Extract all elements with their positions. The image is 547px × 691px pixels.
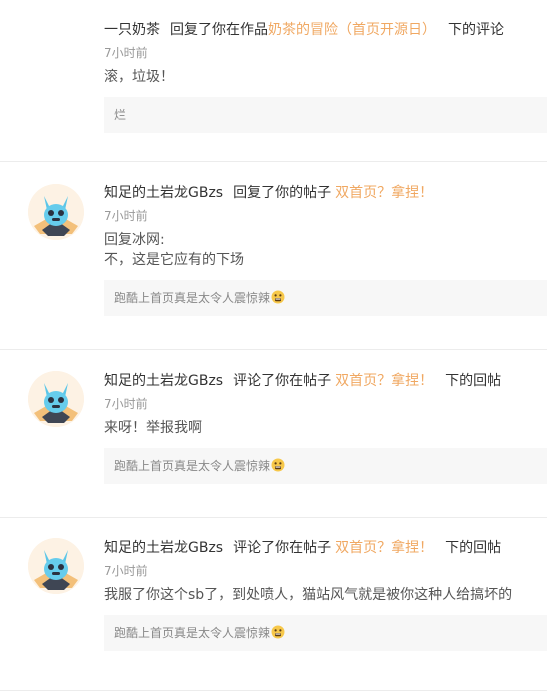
quoted-text: 跑酷上首页真是太令人震惊辣 bbox=[114, 626, 271, 640]
quoted-comment[interactable]: 跑酷上首页真是太令人震惊辣 bbox=[104, 280, 547, 316]
timestamp: 7小时前 bbox=[104, 46, 148, 60]
suffix-text: 下的回帖 bbox=[445, 373, 502, 389]
quoted-text: 跑酷上首页真是太令人震惊辣 bbox=[114, 459, 271, 473]
action-text: 回复了你在作品 bbox=[170, 22, 268, 38]
notification-item: 知足的土岩龙GBzs 回复了你的帖子 双首页？拿捏！ 7小时前 回复冰网: 不，这是… bbox=[0, 162, 547, 350]
notification-content: 一只奶茶 回复了你在作品奶茶的冒险（首页开源日） 下的评论 7小时前 滚，垃圾！ 烂 bbox=[104, 20, 547, 133]
suffix-text: 下的回帖 bbox=[445, 540, 502, 556]
target-link[interactable]: 双首页？拿捏！ bbox=[335, 185, 433, 201]
shocked-face-emoji-icon bbox=[271, 282, 285, 318]
notification-header: 知足的土岩龙GBzs 评论了你在帖子 双首页？拿捏！ 下的回帖 bbox=[104, 371, 547, 391]
notification-feed: 一只奶茶 回复了你在作品奶茶的冒险（首页开源日） 下的评论 7小时前 滚，垃圾！ 烂 bbox=[0, 0, 547, 691]
quoted-text: 烂 bbox=[114, 108, 127, 122]
quoted-text: 跑酷上首页真是太令人震惊辣 bbox=[114, 291, 271, 305]
comment-text: 滚，垃圾！ bbox=[104, 67, 547, 87]
notification-header: 一只奶茶 回复了你在作品奶茶的冒险（首页开源日） 下的评论 bbox=[104, 20, 547, 40]
notification-header: 知足的土岩龙GBzs 回复了你的帖子 双首页？拿捏！ bbox=[104, 183, 547, 203]
username-link[interactable]: 知足的土岩龙GBzs bbox=[104, 540, 223, 556]
timestamp: 7小时前 bbox=[104, 564, 148, 578]
quoted-comment[interactable]: 跑酷上首页真是太令人震惊辣 bbox=[104, 448, 547, 484]
notification-header: 知足的土岩龙GBzs 评论了你在帖子 双首页？拿捏！ 下的回帖 bbox=[104, 538, 547, 558]
notification-content: 知足的土岩龙GBzs 评论了你在帖子 双首页？拿捏！ 下的回帖 7小时前 来呀！举报我… bbox=[104, 371, 547, 484]
comment-line: 来呀！举报我啊 bbox=[104, 420, 202, 436]
comment-line: 回复冰网: bbox=[104, 232, 165, 248]
quoted-comment[interactable]: 跑酷上首页真是太令人震惊辣 bbox=[104, 615, 547, 651]
blue-dragon-avatar-icon[interactable] bbox=[28, 538, 84, 594]
shocked-face-emoji-icon bbox=[271, 617, 285, 653]
target-link[interactable]: 奶茶的冒险（首页开源日） bbox=[268, 22, 436, 38]
notification-content: 知足的土岩龙GBzs 评论了你在帖子 双首页？拿捏！ 下的回帖 7小时前 我服了你这个… bbox=[104, 538, 547, 651]
timestamp: 7小时前 bbox=[104, 397, 148, 411]
username-link[interactable]: 知足的土岩龙GBzs bbox=[104, 185, 223, 201]
blue-dragon-avatar-icon[interactable] bbox=[28, 371, 84, 427]
notification-content: 知足的土岩龙GBzs 回复了你的帖子 双首页？拿捏！ 7小时前 回复冰网: 不，这是… bbox=[104, 183, 547, 316]
action-text: 评论了你在帖子 bbox=[233, 373, 332, 389]
quoted-comment[interactable]: 烂 bbox=[104, 97, 547, 133]
username-link[interactable]: 知足的土岩龙GBzs bbox=[104, 373, 223, 389]
notification-item: 一只奶茶 回复了你在作品奶茶的冒险（首页开源日） 下的评论 7小时前 滚，垃圾！ 烂 bbox=[0, 0, 547, 162]
comment-line: 我服了你这个sb了，到处喷人，猫站风气就是被你这种人给搞坏的 bbox=[104, 587, 513, 603]
comment-text: 我服了你这个sb了，到处喷人，猫站风气就是被你这种人给搞坏的 bbox=[104, 585, 547, 605]
timestamp: 7小时前 bbox=[104, 209, 148, 223]
notification-item: 知足的土岩龙GBzs 评论了你在帖子 双首页？拿捏！ 下的回帖 7小时前 我服了你这个… bbox=[0, 518, 547, 691]
comment-line: 不，这是它应有的下场 bbox=[104, 252, 244, 268]
action-text: 回复了你的帖子 bbox=[233, 185, 332, 201]
shocked-face-emoji-icon bbox=[271, 450, 285, 486]
comment-line: 滚，垃圾！ bbox=[104, 69, 174, 85]
action-text: 评论了你在帖子 bbox=[233, 540, 332, 556]
comment-text: 回复冰网: 不，这是它应有的下场 bbox=[104, 230, 547, 270]
suffix-text: 下的评论 bbox=[448, 22, 504, 38]
target-link[interactable]: 双首页？拿捏！ bbox=[335, 373, 433, 389]
notification-item: 知足的土岩龙GBzs 评论了你在帖子 双首页？拿捏！ 下的回帖 7小时前 来呀！举报我… bbox=[0, 350, 547, 518]
comment-text: 来呀！举报我啊 bbox=[104, 418, 547, 438]
username-link[interactable]: 一只奶茶 bbox=[104, 22, 160, 38]
target-link[interactable]: 双首页？拿捏！ bbox=[335, 540, 433, 556]
blue-dragon-avatar-icon[interactable] bbox=[28, 184, 84, 240]
